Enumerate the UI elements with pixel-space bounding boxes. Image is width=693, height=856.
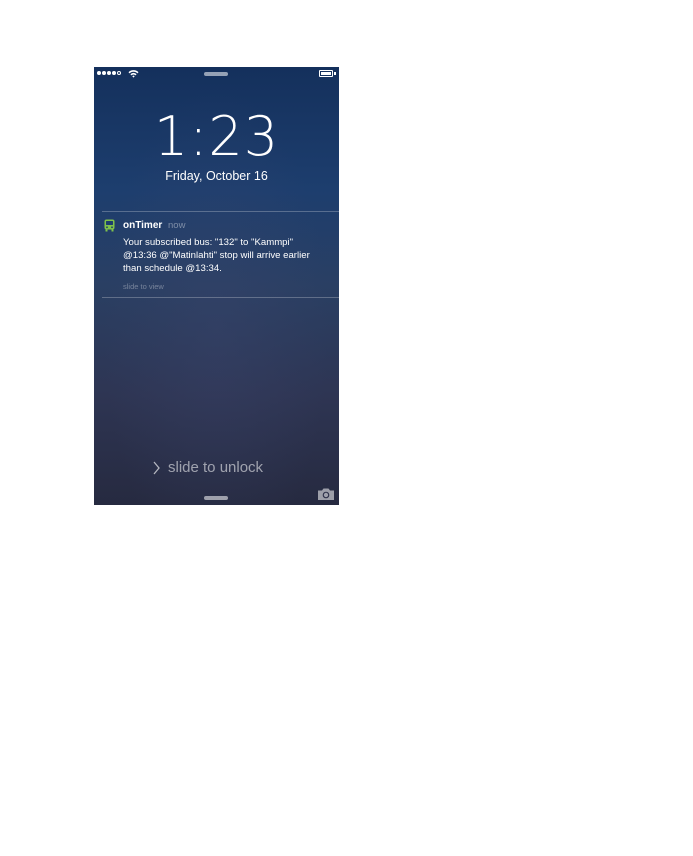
slide-to-unlock-label: slide to unlock: [168, 459, 264, 476]
lock-screen: 1:23 Friday, October 16 onTimer now Your…: [94, 67, 339, 505]
battery-icon: [319, 70, 336, 77]
notification-app-name: onTimer: [123, 220, 163, 231]
notification-message-line: Your subscribed bus: "132" to "Kammpi": [123, 237, 294, 248]
wifi-icon: [128, 70, 139, 78]
slide-to-view-hint: slide to view: [123, 282, 164, 291]
camera-icon[interactable]: [317, 487, 335, 501]
bus-icon: [104, 219, 115, 232]
status-bar: [94, 67, 339, 81]
notification-divider: [102, 297, 339, 298]
signal-icon: [97, 71, 121, 75]
notification-message-line: @13:36 @"Matinlahti" stop will arrive ea…: [123, 250, 310, 261]
lock-clock: 1:23: [153, 105, 280, 168]
slide-to-unlock[interactable]: slide to unlock: [94, 458, 339, 478]
notification-message: Your subscribed bus: "132" to "Kammpi" @…: [123, 236, 335, 275]
chevron-right-icon: [153, 461, 160, 475]
notification-time: now: [168, 220, 186, 231]
lock-date: Friday, October 16: [165, 169, 268, 183]
notification-center-grabber[interactable]: [204, 72, 228, 76]
control-center-grabber[interactable]: [204, 496, 228, 500]
notification[interactable]: onTimer now Your subscribed bus: "132" t…: [94, 212, 339, 297]
notification-message-line: than schedule @13:34.: [123, 263, 222, 274]
